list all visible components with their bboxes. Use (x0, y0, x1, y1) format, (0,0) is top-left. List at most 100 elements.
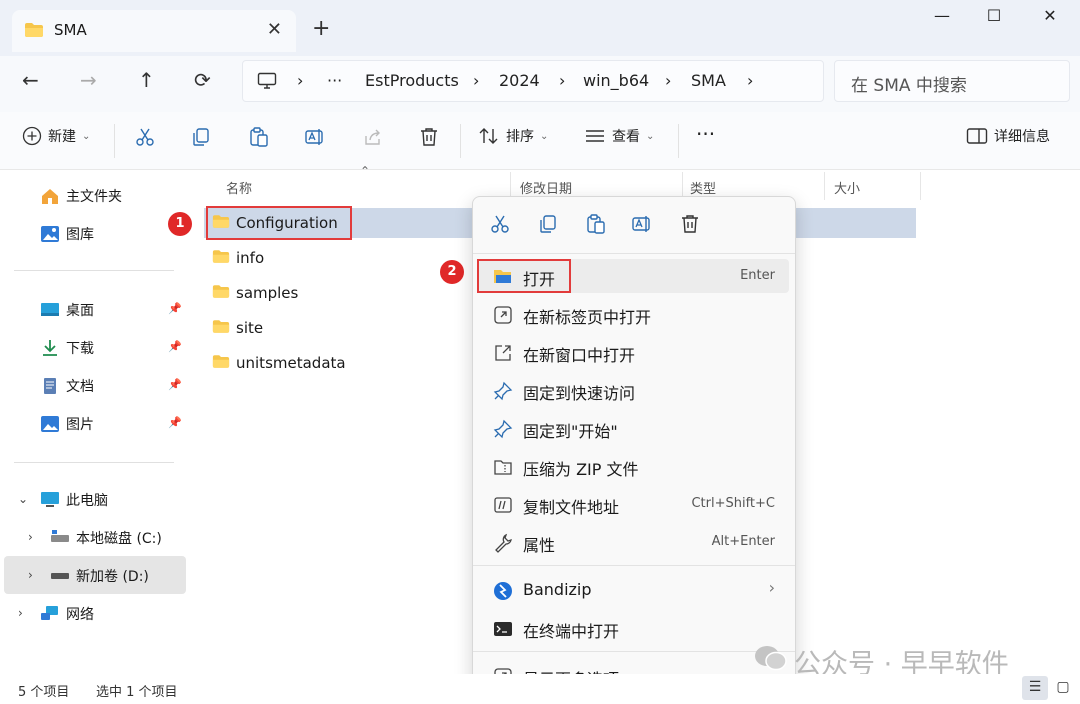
menu-item-compress-zip[interactable]: 压缩为 ZIP 文件 (479, 449, 789, 483)
sort-caret-icon: ⌃ (360, 164, 371, 178)
more-options-icon[interactable]: ··· (696, 122, 715, 146)
command-bar: 新建 ⌄ 排序 ⌄ 查看 ⌄ ··· 详细信息 (0, 112, 1080, 170)
menu-item-open-terminal[interactable]: 在终端中打开 (479, 611, 789, 645)
view-label: 查看 (612, 129, 640, 145)
table-row[interactable]: samples (212, 276, 298, 310)
tab-sma[interactable]: SMA ✕ (12, 10, 296, 52)
menu-item-label: 固定到快速访问 (523, 384, 636, 403)
document-icon (40, 377, 60, 395)
sidebar-item-label: 此电脑 (66, 493, 108, 509)
pictures-icon (40, 415, 60, 433)
sidebar-item-this-pc[interactable]: 此电脑 (40, 482, 108, 518)
menu-item-label: 在新标签页中打开 (523, 308, 652, 327)
column-header-name[interactable]: 名称 (226, 178, 252, 197)
search-input[interactable]: 在 SMA 中搜索 (834, 60, 1070, 102)
address-bar[interactable]: › ··· EstProducts › 2024 › win_b64 › SMA… (242, 60, 824, 102)
pin-icon[interactable]: 📌 (168, 302, 182, 315)
pin-icon[interactable]: 📌 (168, 340, 182, 353)
breadcrumb-estproducts[interactable]: EstProducts (365, 71, 459, 90)
sidebar-item-desktop[interactable]: 桌面 📌 (40, 292, 190, 328)
breadcrumb-separator: › (665, 71, 672, 90)
pin-icon[interactable]: 📌 (168, 416, 182, 429)
chevron-right-icon[interactable]: › (28, 530, 33, 544)
sidebar-item-downloads[interactable]: 下载 📌 (40, 330, 190, 366)
table-row[interactable]: info (212, 241, 264, 275)
delete-icon[interactable] (418, 126, 440, 148)
pin-icon[interactable]: 📌 (168, 378, 182, 391)
chevron-right-icon[interactable]: › (18, 606, 23, 620)
sidebar-item-gallery[interactable]: 图库 (40, 216, 94, 252)
refresh-button[interactable]: ⟳ (194, 68, 211, 92)
view-button[interactable]: 查看 ⌄ (584, 126, 654, 146)
file-name: site (236, 319, 264, 337)
breadcrumb-2024[interactable]: 2024 (499, 71, 540, 90)
back-button[interactable]: ← (22, 68, 39, 92)
table-row[interactable]: site (212, 311, 263, 345)
pin-icon (493, 419, 513, 439)
chevron-right-icon[interactable]: › (28, 568, 33, 582)
sidebar-item-d-drive[interactable]: 新加卷 (D:) (50, 558, 149, 594)
rename-icon[interactable] (631, 213, 653, 239)
cut-icon[interactable] (134, 126, 156, 148)
up-button[interactable]: ↑ (138, 68, 155, 92)
context-menu: 打开 Enter 在新标签页中打开 在新窗口中打开 固定到快速访问 固定到"开始… (472, 196, 796, 700)
sidebar-item-c-drive[interactable]: 本地磁盘 (C:) (50, 520, 162, 556)
drive-icon (50, 567, 70, 585)
sort-button[interactable]: 排序 ⌄ (478, 126, 548, 146)
menu-item-label: 压缩为 ZIP 文件 (523, 460, 639, 479)
menu-item-open-new-tab[interactable]: 在新标签页中打开 (479, 297, 789, 331)
folder-icon (24, 22, 44, 42)
paste-icon[interactable] (585, 213, 607, 239)
chevron-down-icon[interactable]: ⌄ (18, 492, 28, 506)
item-count: 5 个项目 (18, 685, 70, 700)
breadcrumb-overflow[interactable]: ··· (327, 71, 342, 90)
column-header-modified[interactable]: 修改日期 (520, 178, 572, 197)
details-view-icon[interactable]: ☰ (1022, 676, 1048, 700)
menu-item-bandizip[interactable]: Bandizip › (479, 573, 789, 607)
divider (114, 124, 115, 158)
sidebar-item-label: 主文件夹 (66, 189, 122, 205)
delete-icon[interactable] (679, 213, 701, 239)
column-header-size[interactable]: 大小 (834, 178, 860, 197)
copy-icon[interactable] (537, 213, 559, 239)
paste-icon[interactable] (248, 126, 270, 148)
minimize-button[interactable]: — (922, 6, 962, 32)
sidebar-item-documents[interactable]: 文档 📌 (40, 368, 190, 404)
column-header-type[interactable]: 类型 (690, 178, 716, 197)
status-bar: 5 个项目 选中 1 个项目 ☰ ▢ (0, 674, 1080, 704)
large-icons-view-icon[interactable]: ▢ (1050, 676, 1076, 700)
details-pane-button[interactable]: 详细信息 (966, 126, 1050, 146)
new-button[interactable]: 新建 ⌄ (22, 126, 90, 146)
menu-item-pin-quick-access[interactable]: 固定到快速访问 (479, 373, 789, 407)
forward-button[interactable]: → (80, 68, 97, 92)
breadcrumb-separator: › (747, 71, 754, 90)
table-row[interactable]: unitsmetadata (212, 346, 346, 380)
share-icon[interactable] (362, 126, 384, 148)
sidebar-item-home[interactable]: 主文件夹 (40, 178, 122, 214)
new-tab-button[interactable]: + (312, 16, 330, 41)
menu-item-pin-start[interactable]: 固定到"开始" (479, 411, 789, 445)
maximize-button[interactable]: ☐ (974, 6, 1014, 32)
title-bar: SMA ✕ + — ☐ ✕ (0, 0, 1080, 56)
breadcrumb-win-b64[interactable]: win_b64 (583, 71, 649, 90)
close-window-button[interactable]: ✕ (1030, 6, 1070, 32)
breadcrumb-sma[interactable]: SMA (691, 71, 726, 90)
menu-item-copy-path[interactable]: 复制文件地址 Ctrl+Shift+C (479, 487, 789, 521)
rename-icon[interactable] (304, 126, 326, 148)
copy-icon[interactable] (190, 126, 212, 148)
shortcut-label: Enter (740, 268, 775, 283)
sidebar-item-network[interactable]: 网络 (40, 596, 94, 632)
sort-icon (478, 126, 500, 146)
selection-count: 选中 1 个项目 (96, 685, 178, 700)
menu-item-properties[interactable]: 属性 Alt+Enter (479, 525, 789, 559)
divider (473, 253, 795, 254)
cut-icon[interactable] (489, 213, 511, 239)
download-icon (40, 339, 60, 357)
menu-item-open-new-window[interactable]: 在新窗口中打开 (479, 335, 789, 369)
sidebar-item-pictures[interactable]: 图片 📌 (40, 406, 190, 442)
computer-icon (40, 491, 60, 509)
tab-close-icon[interactable]: ✕ (267, 19, 282, 40)
annotation-box (477, 259, 571, 293)
annotation-box (206, 206, 352, 240)
step-badge: 2 (440, 260, 464, 284)
